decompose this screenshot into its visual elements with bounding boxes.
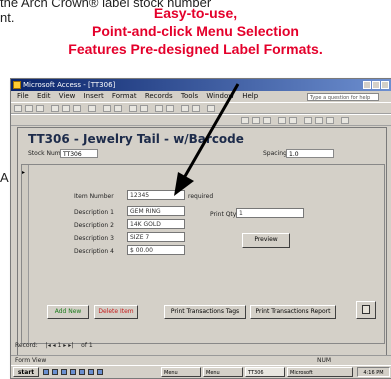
system-clock: 4:16 PM	[357, 367, 390, 377]
save-icon[interactable]	[25, 105, 33, 112]
cut-icon[interactable]	[51, 105, 59, 112]
italic-icon[interactable]	[252, 117, 260, 124]
font-color-icon[interactable]	[315, 117, 323, 124]
record-nav-controls[interactable]: |◂ ◂ 1 ▸ ▸|	[46, 342, 74, 349]
print-report-button[interactable]: Print Transactions Report	[250, 305, 336, 319]
description-1-label: Description 1	[74, 209, 114, 216]
description-3-field[interactable]: SIZE 7	[127, 232, 185, 242]
border-icon[interactable]	[341, 117, 349, 124]
menu-edit[interactable]: Edit	[37, 92, 51, 100]
description-1-field[interactable]: GEM RING	[127, 206, 185, 216]
item-number-label: Item Number	[74, 193, 114, 200]
form-heading: TT306 - Jewelry Tail - w/Barcode	[28, 132, 244, 146]
menu-window[interactable]: Window	[206, 92, 234, 100]
standard-toolbar	[11, 102, 391, 114]
view-icon[interactable]	[14, 105, 22, 112]
find-icon[interactable]	[140, 105, 148, 112]
spacing-label: Spacing	[263, 150, 287, 157]
quicklaunch-icon[interactable]	[79, 369, 85, 375]
paste-icon[interactable]	[73, 105, 81, 112]
status-right: NUM	[317, 357, 332, 364]
print-qty-field[interactable]: 1	[236, 208, 304, 218]
title-bar: Microsoft Access - [TT306]	[11, 79, 391, 91]
form-window: TT306 - Jewelry Tail - w/Barcode Stock N…	[17, 127, 387, 356]
spacing-field[interactable]: 1.0	[286, 149, 334, 158]
quicklaunch-icon[interactable]	[70, 369, 76, 375]
access-window: Microsoft Access - [TT306] File Edit Vie…	[10, 78, 391, 379]
align-center-icon[interactable]	[289, 117, 297, 124]
window-title: Microsoft Access - [TT306]	[23, 81, 116, 89]
quicklaunch-icon[interactable]	[43, 369, 49, 375]
menu-help[interactable]: Help	[242, 92, 258, 100]
close-form-button[interactable]	[356, 301, 376, 319]
delete-item-button[interactable]: Delete Item	[94, 305, 138, 319]
quicklaunch-icon[interactable]	[88, 369, 94, 375]
menu-file[interactable]: File	[17, 92, 29, 100]
undo-icon[interactable]	[88, 105, 96, 112]
print-icon[interactable]	[36, 105, 44, 112]
new-object-icon[interactable]	[192, 105, 200, 112]
record-navigation: Record: |◂ ◂ 1 ▸ ▸| of 1	[15, 341, 315, 350]
callout-line-2: Point-and-click Menu Selection	[92, 23, 299, 39]
record-label: Record:	[15, 342, 38, 349]
preview-button[interactable]: Preview	[242, 233, 290, 248]
help-search-input[interactable]: Type a question for help	[307, 93, 379, 101]
menu-records[interactable]: Records	[145, 92, 173, 100]
callout-line-3: Features Pre-designed Label Formats.	[68, 41, 323, 57]
status-left: Form View	[15, 357, 47, 364]
form-detail: ▸ Item Number 12345 required Description…	[21, 164, 385, 344]
stock-number-field[interactable]: TT306	[60, 149, 98, 158]
record-count: of 1	[81, 342, 93, 349]
description-2-label: Description 2	[74, 222, 114, 229]
quicklaunch-icon[interactable]	[61, 369, 67, 375]
help-icon[interactable]	[207, 105, 215, 112]
print-qty-label: Print Qty	[210, 211, 237, 218]
menu-view[interactable]: View	[59, 92, 76, 100]
quicklaunch-icon[interactable]	[97, 369, 103, 375]
callout: Easy-to-use, Point-and-click Menu Select…	[0, 4, 391, 58]
description-2-field[interactable]: 14K GOLD	[127, 219, 185, 229]
fill-color-icon[interactable]	[304, 117, 312, 124]
print-tags-button[interactable]: Print Transactions Tags	[164, 305, 246, 319]
close-window-button[interactable]	[381, 81, 389, 89]
item-number-field[interactable]: 12345	[127, 190, 185, 200]
minimize-button[interactable]	[363, 81, 371, 89]
copy-icon[interactable]	[62, 105, 70, 112]
record-pointer-icon: ▸	[22, 169, 26, 176]
menu-format[interactable]: Format	[112, 92, 137, 100]
description-4-field[interactable]: $ 00.00	[127, 245, 185, 255]
line-color-icon[interactable]	[326, 117, 334, 124]
menu-tools[interactable]: Tools	[181, 92, 198, 100]
item-number-note: required	[188, 193, 214, 200]
new-record-icon[interactable]	[155, 105, 163, 112]
taskbar-item[interactable]: Microsoft	[287, 367, 353, 377]
app-icon	[13, 81, 21, 89]
filter-icon[interactable]	[129, 105, 137, 112]
taskbar-item[interactable]: TT306	[245, 367, 285, 377]
taskbar-item[interactable]: Menu	[161, 367, 201, 377]
sort-desc-icon[interactable]	[114, 105, 122, 112]
quicklaunch-icon[interactable]	[52, 369, 58, 375]
description-3-label: Description 3	[74, 235, 114, 242]
record-selector[interactable]: ▸	[22, 165, 29, 343]
delete-record-icon[interactable]	[166, 105, 174, 112]
database-window-icon[interactable]	[181, 105, 189, 112]
sort-asc-icon[interactable]	[103, 105, 111, 112]
description-4-label: Description 4	[74, 248, 114, 255]
bold-icon[interactable]	[241, 117, 249, 124]
start-button[interactable]: start	[13, 367, 39, 377]
underline-icon[interactable]	[263, 117, 271, 124]
maximize-button[interactable]	[372, 81, 380, 89]
align-left-icon[interactable]	[278, 117, 286, 124]
formatting-toolbar	[11, 114, 391, 126]
callout-line-1: Easy-to-use,	[153, 5, 238, 21]
add-new-button[interactable]: Add New	[47, 305, 89, 319]
menu-insert[interactable]: Insert	[84, 92, 104, 100]
status-bar: Form View NUM	[11, 355, 391, 365]
side-letter: A	[0, 170, 9, 185]
taskbar-item[interactable]: Menu	[203, 367, 243, 377]
door-icon	[362, 305, 370, 314]
